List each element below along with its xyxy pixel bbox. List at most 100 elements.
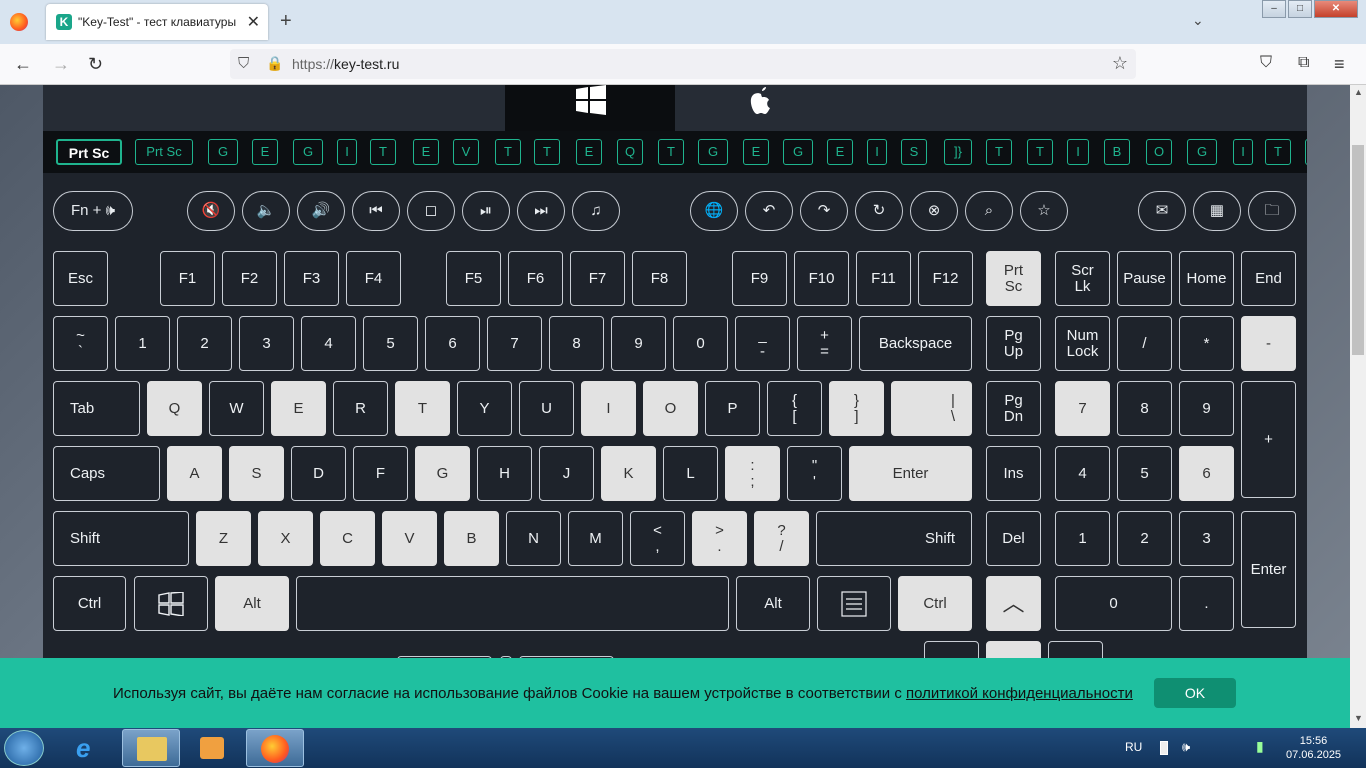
key-number-row[interactable]: Backspace: [859, 316, 972, 371]
volume-up-icon[interactable]: 🔊: [297, 191, 345, 231]
bookmark-star-icon[interactable]: ☆: [1112, 53, 1128, 74]
calculator-icon[interactable]: ▦: [1193, 191, 1241, 231]
key-numpad-dot[interactable]: .: [1179, 576, 1234, 631]
key-a-row[interactable]: 5: [1117, 446, 1172, 501]
scroll-down-icon[interactable]: ▼: [1354, 713, 1363, 723]
key-right-ctrl[interactable]: Ctrl: [898, 576, 972, 631]
key-number-row[interactable]: *: [1179, 316, 1234, 371]
key-f2[interactable]: F2: [222, 251, 277, 306]
forward-icon[interactable]: →: [52, 54, 70, 75]
search-icon[interactable]: ⌕: [965, 191, 1013, 231]
key-a-row[interactable]: " ': [787, 446, 842, 501]
key-number-row[interactable]: 7: [487, 316, 542, 371]
key-q-row[interactable]: R: [333, 381, 388, 436]
key-q-row[interactable]: Tab: [53, 381, 140, 436]
previous-track-icon[interactable]: ⏮: [352, 191, 400, 231]
next-track-icon[interactable]: ⏭: [517, 191, 565, 231]
key-z-row[interactable]: Shift: [53, 511, 189, 566]
key-a-row[interactable]: Caps: [53, 446, 160, 501]
key-z-row[interactable]: Enter: [1241, 511, 1296, 628]
fn-volume-button[interactable]: Fn + 🕪: [53, 191, 133, 231]
key-z-row[interactable]: N: [506, 511, 561, 566]
key-z-row[interactable]: X: [258, 511, 313, 566]
firefox-taskbar-icon[interactable]: [246, 729, 304, 767]
key-f14[interactable]: Scr Lk: [1055, 251, 1110, 306]
key-number-row[interactable]: 1: [115, 316, 170, 371]
key-q-row[interactable]: U: [519, 381, 574, 436]
privacy-policy-link[interactable]: политикой конфиденциальности: [906, 685, 1133, 702]
key-z-row[interactable]: V: [382, 511, 437, 566]
key-q-row[interactable]: T: [395, 381, 450, 436]
key-number-row[interactable]: 4: [301, 316, 356, 371]
key-f10[interactable]: F10: [794, 251, 849, 306]
key-number-row[interactable]: 9: [611, 316, 666, 371]
windows-tab[interactable]: [505, 85, 675, 131]
key-q-row[interactable]: { [: [767, 381, 822, 436]
key-left-alt[interactable]: Alt: [215, 576, 289, 631]
key-f9[interactable]: F9: [732, 251, 787, 306]
cookie-ok-button[interactable]: OK: [1154, 678, 1236, 708]
key-number-row[interactable]: Pg Up: [986, 316, 1041, 371]
key-z-row[interactable]: 3: [1179, 511, 1234, 566]
key-a-row[interactable]: Enter: [849, 446, 972, 501]
key-a-row[interactable]: L: [663, 446, 718, 501]
key-q-row[interactable]: P: [705, 381, 760, 436]
key-q-row[interactable]: } ]: [829, 381, 884, 436]
key-number-row[interactable]: 6: [425, 316, 480, 371]
key-z-row[interactable]: 2: [1117, 511, 1172, 566]
key-a-row[interactable]: : ;: [725, 446, 780, 501]
key-q-row[interactable]: 7: [1055, 381, 1110, 436]
key-number-row[interactable]: -: [1241, 316, 1296, 371]
key-menu[interactable]: [817, 576, 891, 631]
language-indicator[interactable]: RU: [1125, 740, 1142, 754]
back-icon[interactable]: ←: [14, 54, 32, 75]
battery-icon[interactable]: [1160, 741, 1168, 755]
key-q-row[interactable]: 8: [1117, 381, 1172, 436]
key-f11[interactable]: F11: [856, 251, 911, 306]
minimize-icon[interactable]: –: [1262, 0, 1286, 18]
key-q-row[interactable]: +: [1241, 381, 1296, 498]
url-text[interactable]: https://key-test.ru: [292, 56, 399, 72]
key-prtsc[interactable]: Prt Sc: [986, 251, 1041, 306]
key-z-row[interactable]: ? /: [754, 511, 809, 566]
key-a-row[interactable]: 4: [1055, 446, 1110, 501]
key-q-row[interactable]: 9: [1179, 381, 1234, 436]
explorer-taskbar-icon[interactable]: [122, 729, 180, 767]
key-a-row[interactable]: A: [167, 446, 222, 501]
key-a-row[interactable]: Ins: [986, 446, 1041, 501]
shield-icon[interactable]: ⛉: [238, 55, 249, 72]
key-right-alt[interactable]: Alt: [736, 576, 810, 631]
key-number-row[interactable]: Num Lock: [1055, 316, 1110, 371]
browser-forward-icon[interactable]: ↷: [800, 191, 848, 231]
key-a-row[interactable]: S: [229, 446, 284, 501]
key-z-row[interactable]: Shift: [816, 511, 972, 566]
key-arrow-up[interactable]: ︿: [986, 576, 1041, 631]
refresh-icon[interactable]: ↻: [855, 191, 903, 231]
key-f6[interactable]: F6: [508, 251, 563, 306]
key-z-row[interactable]: Z: [196, 511, 251, 566]
key-number-row[interactable]: ~ `: [53, 316, 108, 371]
network-icon[interactable]: ▮: [1256, 738, 1264, 755]
volume-down-icon[interactable]: 🔈: [242, 191, 290, 231]
ie-taskbar-icon[interactable]: e: [60, 729, 118, 767]
favorites-icon[interactable]: ☆: [1020, 191, 1068, 231]
key-f3[interactable]: F3: [284, 251, 339, 306]
key-q-row[interactable]: I: [581, 381, 636, 436]
music-icon[interactable]: ♫: [572, 191, 620, 231]
browser-back-icon[interactable]: ↶: [745, 191, 793, 231]
new-tab-icon[interactable]: +: [280, 10, 292, 33]
pocket-icon[interactable]: ⛉: [1260, 54, 1272, 72]
key-number-row[interactable]: 8: [549, 316, 604, 371]
app-menu-icon[interactable]: ≡: [1334, 54, 1345, 75]
key-number-row[interactable]: 3: [239, 316, 294, 371]
key-a-row[interactable]: K: [601, 446, 656, 501]
scroll-up-icon[interactable]: ▲: [1354, 87, 1363, 97]
key-f15[interactable]: Pause: [1117, 251, 1172, 306]
key-a-row[interactable]: 6: [1179, 446, 1234, 501]
browser-tab[interactable]: K "Key-Test" - тест клавиатуры ✕: [46, 4, 268, 40]
folder-icon[interactable]: 🗀: [1248, 191, 1296, 231]
key-a-row[interactable]: G: [415, 446, 470, 501]
maximize-icon[interactable]: □: [1288, 0, 1312, 18]
key-q-row[interactable]: E: [271, 381, 326, 436]
lock-icon[interactable]: 🔒: [266, 55, 283, 72]
